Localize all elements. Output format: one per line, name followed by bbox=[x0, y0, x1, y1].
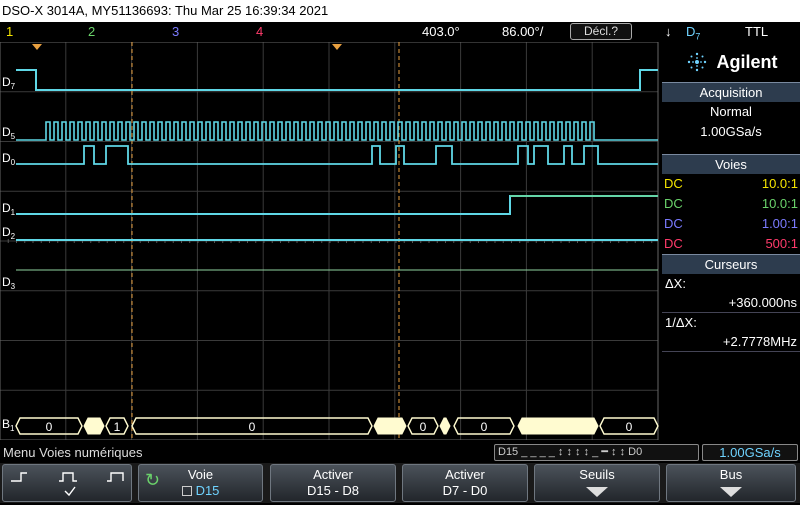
thresholds-softkey[interactable]: Seuils bbox=[534, 464, 660, 502]
submenu-arrow-icon bbox=[720, 487, 742, 497]
channel-label: D1 bbox=[2, 201, 16, 217]
thresholds-label: Seuils bbox=[579, 467, 615, 482]
enable-d7-d0-value: D7 - D0 bbox=[442, 483, 488, 498]
trace-d1 bbox=[16, 195, 658, 215]
trigger-mode-button[interactable]: Décl.? bbox=[570, 23, 632, 40]
channel-4-indicator[interactable]: 4 bbox=[256, 22, 263, 42]
waveform-display[interactable]: D7 D5 D0 D1 D2 D3 B1 0 1 0 0 0 0 bbox=[0, 41, 660, 441]
channel-probe-ratio: 10.0:1 bbox=[761, 176, 798, 191]
bus-segment bbox=[517, 417, 599, 435]
trigger-edge-icon: ↓ bbox=[665, 24, 672, 39]
rotate-knob-icon: ↻ bbox=[145, 470, 161, 490]
channel-3-indicator[interactable]: 3 bbox=[172, 22, 179, 42]
bus-value: 0 bbox=[249, 420, 256, 434]
channel-row: DC 10.0:1 bbox=[662, 174, 800, 194]
softkey-bar: ↻ Voie D15 Activer D15 - D8 Activer D7 -… bbox=[0, 463, 800, 503]
trace-d0 bbox=[16, 145, 658, 165]
bus-segment bbox=[439, 417, 451, 435]
channel-label: D0 bbox=[2, 151, 16, 167]
channel-label: D3 bbox=[2, 275, 16, 291]
waveform-graph: D7 D5 D0 D1 D2 D3 B1 0 1 0 0 0 0 bbox=[0, 41, 659, 441]
channels-header: Voies bbox=[662, 154, 800, 174]
enable-d15-d8-label: Activer bbox=[313, 467, 353, 482]
channels-list: DC 10.0:1 DC 10.0:1 DC 1.00:1 DC 500:1 bbox=[662, 174, 800, 254]
trace-d7 bbox=[16, 69, 658, 91]
side-panel: Agilent Acquisition Normal 1.00GSa/s Voi… bbox=[662, 42, 800, 440]
bus-softkey[interactable]: Bus bbox=[666, 464, 796, 502]
enable-d15-d8-softkey[interactable]: Activer D15 - D8 bbox=[270, 464, 396, 502]
bus-value: 0 bbox=[420, 420, 427, 434]
inverse-delta-x-value: +2.7778MHz bbox=[722, 334, 797, 349]
channel-probe-ratio: 1.00:1 bbox=[761, 216, 798, 231]
bus-value: 0 bbox=[481, 420, 488, 434]
bus-label: Bus bbox=[719, 467, 743, 482]
channel-coupling: DC bbox=[664, 176, 683, 191]
window-title: DSO-X 3014A, MY51136693: Thu Mar 25 16:3… bbox=[0, 0, 800, 22]
channel-label: D2 bbox=[2, 225, 16, 241]
bus-value: 0 bbox=[626, 420, 633, 434]
enable-d7-d0-softkey[interactable]: Activer D7 - D0 bbox=[402, 464, 528, 502]
channel-row: DC 500:1 bbox=[662, 234, 800, 254]
delta-x-label: ΔX: bbox=[665, 276, 686, 291]
delay-readout: 86.00°/ bbox=[502, 24, 544, 39]
menu-label: Menu Voies numériques bbox=[0, 443, 500, 462]
threshold-shape-softkey[interactable] bbox=[2, 464, 132, 502]
pulse-shapes-icon bbox=[11, 472, 124, 497]
channel-label: D5 bbox=[2, 125, 16, 141]
bus-segment bbox=[83, 417, 105, 435]
channel-2-indicator[interactable]: 2 bbox=[88, 22, 95, 42]
enable-d7-d0-label: Activer bbox=[445, 467, 485, 482]
delay-marker-icon bbox=[332, 44, 342, 50]
brand-name: Agilent bbox=[716, 51, 778, 72]
bus-decode-row: 0 1 0 0 0 0 bbox=[15, 417, 659, 435]
bus-segment bbox=[373, 417, 407, 435]
channel-coupling: DC bbox=[664, 196, 683, 211]
channel-labels: D7 D5 D0 D1 D2 D3 B1 bbox=[2, 75, 16, 433]
channel-label: D7 bbox=[2, 75, 16, 91]
channel-coupling: DC bbox=[664, 236, 683, 251]
channel-row: DC 10.0:1 bbox=[662, 194, 800, 214]
channel-probe-ratio: 500:1 bbox=[765, 236, 798, 251]
acquisition-mode: Normal bbox=[710, 104, 752, 119]
bus-value: 1 bbox=[114, 420, 121, 434]
trace-d5 bbox=[16, 121, 658, 141]
channel-1-indicator[interactable]: 1 bbox=[6, 22, 13, 42]
bus-value: 0 bbox=[46, 420, 53, 434]
acquisition-header: Acquisition bbox=[662, 82, 800, 102]
channel-probe-ratio: 10.0:1 bbox=[761, 196, 798, 211]
sample-rate-readout: 1.00GSa/s bbox=[702, 444, 798, 461]
submenu-arrow-icon bbox=[586, 487, 608, 497]
agilent-spark-icon bbox=[687, 52, 706, 72]
acquisition-rate: 1.00GSa/s bbox=[700, 124, 762, 139]
channel-coupling: DC bbox=[664, 216, 683, 231]
channel-label: B1 bbox=[2, 417, 15, 433]
inverse-delta-x-label: 1/ΔX: bbox=[662, 312, 800, 332]
channel-select-softkey[interactable]: ↻ Voie D15 bbox=[138, 464, 263, 502]
agilent-logo: Agilent bbox=[662, 42, 800, 82]
channel-row: DC 1.00:1 bbox=[662, 214, 800, 234]
enable-d15-d8-value: D15 - D8 bbox=[306, 483, 360, 498]
cursors-header: Curseurs bbox=[662, 254, 800, 274]
digital-traces bbox=[16, 69, 658, 271]
digital-channel-activity: D15 _ _ _ _ ↕ ↕ ↕ ↕ _ ━ ↕ ↕ D0 bbox=[494, 444, 699, 461]
timebase-readout: 403.0° bbox=[422, 24, 460, 39]
delta-x-value: +360.000ns bbox=[728, 295, 797, 310]
channel-status-bar: 1 2 3 4 403.0° 86.00°/ Décl.? ↓ D7 TTL bbox=[0, 22, 800, 42]
trigger-marker-icon bbox=[32, 44, 42, 50]
trigger-threshold-type: TTL bbox=[745, 24, 769, 39]
checkbox-icon bbox=[181, 486, 192, 496]
